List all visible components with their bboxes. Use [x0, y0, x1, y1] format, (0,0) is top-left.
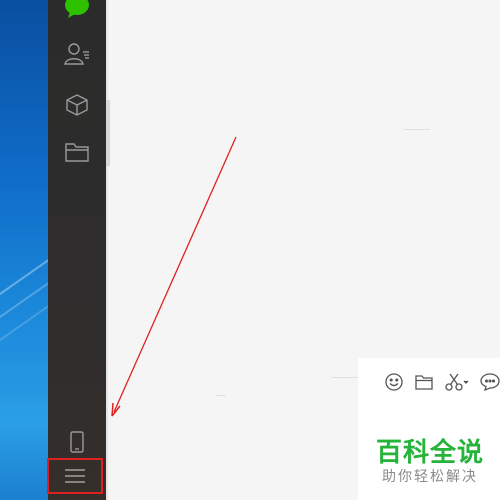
scrollbar-thumb[interactable] [106, 100, 110, 166]
watermark-title: 百科全说 [376, 438, 485, 468]
divider [404, 129, 430, 130]
chat-bubble-icon[interactable] [62, 0, 92, 22]
sidebar-divider [106, 0, 108, 500]
divider [332, 377, 358, 378]
desktop-wallpaper [0, 0, 48, 500]
chat-history-icon[interactable] [480, 372, 500, 392]
sidebar [48, 0, 106, 500]
menu-button[interactable] [47, 458, 103, 494]
send-file-icon[interactable] [414, 372, 434, 392]
watermark: 百科全说 助你轻松解决 [376, 438, 484, 486]
divider [216, 395, 226, 396]
favorites-cube-icon[interactable] [62, 90, 92, 120]
scissors-icon[interactable] [444, 372, 470, 392]
menu-icon [65, 469, 85, 483]
contacts-icon[interactable] [62, 39, 92, 69]
folder-icon[interactable] [62, 137, 92, 167]
phone-icon[interactable] [62, 427, 92, 457]
emoji-icon[interactable] [384, 372, 404, 392]
watermark-subtitle: 助你轻松解决 [382, 469, 478, 485]
